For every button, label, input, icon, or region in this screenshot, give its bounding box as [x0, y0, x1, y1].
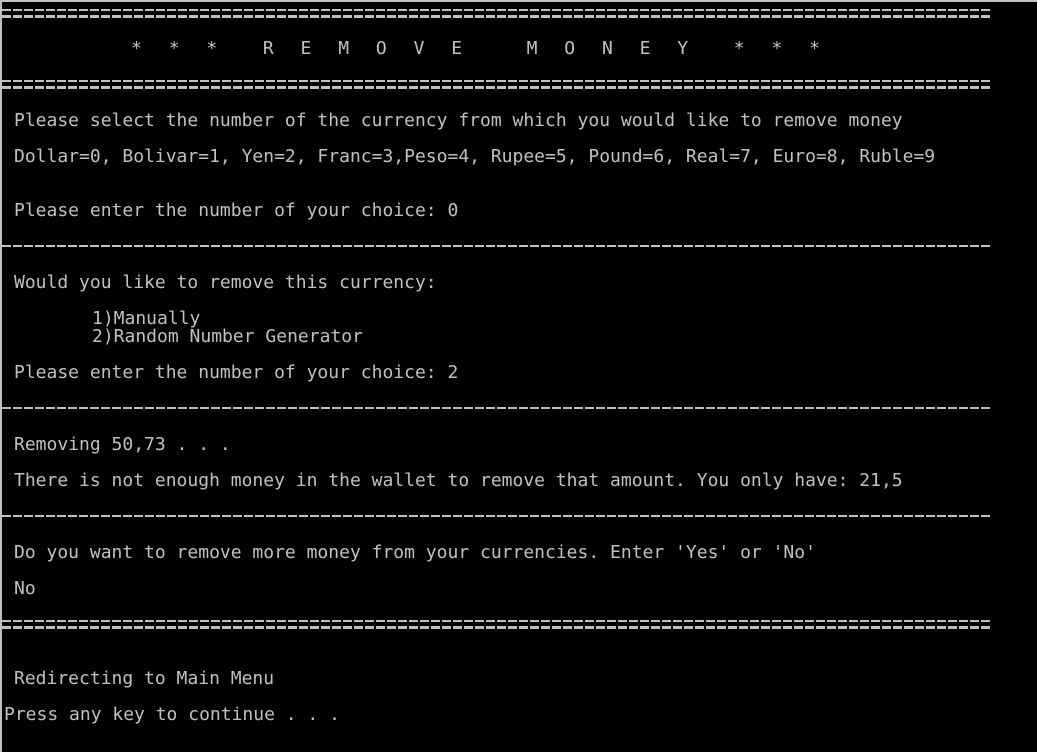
currency-list: Dollar=0, Bolivar=1, Yen=2, Franc=3,Peso… — [14, 146, 936, 167]
method-choice-line: Please enter the number of your choice: … — [14, 362, 459, 383]
redirect-message: Redirecting to Main Menu — [14, 668, 275, 689]
more-money-prompt: Do you want to remove more money from yo… — [14, 542, 816, 563]
single-separator-2 — [2, 407, 992, 409]
press-any-key-prompt: Press any key to continue . . . — [4, 704, 340, 725]
double-separator-title — [2, 80, 992, 89]
double-separator-bottom — [2, 620, 992, 629]
method-prompt: Would you like to remove this currency: — [14, 272, 437, 293]
double-separator-top — [2, 9, 992, 18]
single-separator-3 — [2, 515, 992, 517]
screen-title: * * * R E M O V E M O N E Y * * * — [131, 38, 828, 59]
console-window[interactable]: * * * R E M O V E M O N E Y * * * Please… — [0, 0, 1037, 752]
currency-prompt: Please select the number of the currency… — [14, 110, 903, 131]
method-option-random: 2)Random Number Generator — [92, 326, 363, 347]
insufficient-funds-message: There is not enough money in the wallet … — [14, 470, 903, 491]
removing-status: Removing 50,73 . . . — [14, 434, 231, 455]
currency-choice-line: Please enter the number of your choice: … — [14, 200, 459, 221]
more-money-answer: No — [14, 578, 36, 599]
single-separator-1 — [2, 245, 992, 247]
